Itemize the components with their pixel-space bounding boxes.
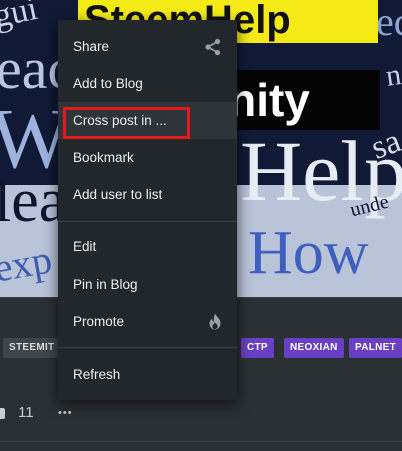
- divider: [0, 441, 402, 442]
- comment-icon[interactable]: [0, 408, 5, 419]
- menu-item-cross-post[interactable]: Cross post in ...: [58, 102, 237, 139]
- menu-item-label: Share: [73, 39, 110, 54]
- menu-item-label: Edit: [73, 239, 97, 254]
- menu-separator: [58, 347, 237, 348]
- menu-item-label: Refresh: [73, 367, 121, 382]
- menu-item-refresh[interactable]: Refresh: [58, 356, 237, 393]
- wordcloud-word: How: [248, 219, 369, 287]
- menu-item-pin-in-blog[interactable]: Pin in Blog: [58, 266, 237, 303]
- menu-item-label: Add to Blog: [73, 76, 143, 91]
- menu-item-label: Promote: [73, 314, 125, 329]
- menu-item-add-to-blog[interactable]: Add to Blog: [58, 65, 237, 102]
- menu-separator: [58, 221, 237, 222]
- wordcloud-word: lea: [0, 167, 67, 235]
- menu-item-label: Pin in Blog: [73, 277, 138, 292]
- menu-item-add-user-to-list[interactable]: Add user to list: [58, 176, 237, 213]
- menu-item-bookmark[interactable]: Bookmark: [58, 139, 237, 176]
- menu-item-label: Cross post in ...: [73, 113, 167, 128]
- tag-ctp[interactable]: CTP: [241, 338, 274, 358]
- tag-steemit[interactable]: STEEMIT: [3, 338, 61, 358]
- post-actions: 11 •••: [0, 402, 120, 424]
- menu-item-label: Add user to list: [73, 187, 163, 202]
- menu-item-promote[interactable]: Promote: [58, 303, 237, 340]
- wordcloud-word: ec: [376, 0, 402, 44]
- flame-icon: [208, 303, 222, 340]
- wordcloud-word: ne: [383, 56, 402, 93]
- more-options-button[interactable]: •••: [58, 402, 73, 424]
- tag-palnet[interactable]: PALNET: [349, 338, 402, 358]
- wordcloud-word: exp: [0, 236, 56, 291]
- menu-item-edit[interactable]: Edit: [58, 228, 237, 265]
- menu-item-share[interactable]: Share: [58, 28, 237, 65]
- comment-count: 11: [18, 404, 34, 421]
- post-context-menu: Share Add to Blog Cross post in ... Book…: [58, 20, 237, 400]
- tag-neoxian[interactable]: NEOXIAN: [284, 338, 344, 358]
- menu-item-label: Bookmark: [73, 150, 134, 165]
- share-icon: [204, 28, 222, 65]
